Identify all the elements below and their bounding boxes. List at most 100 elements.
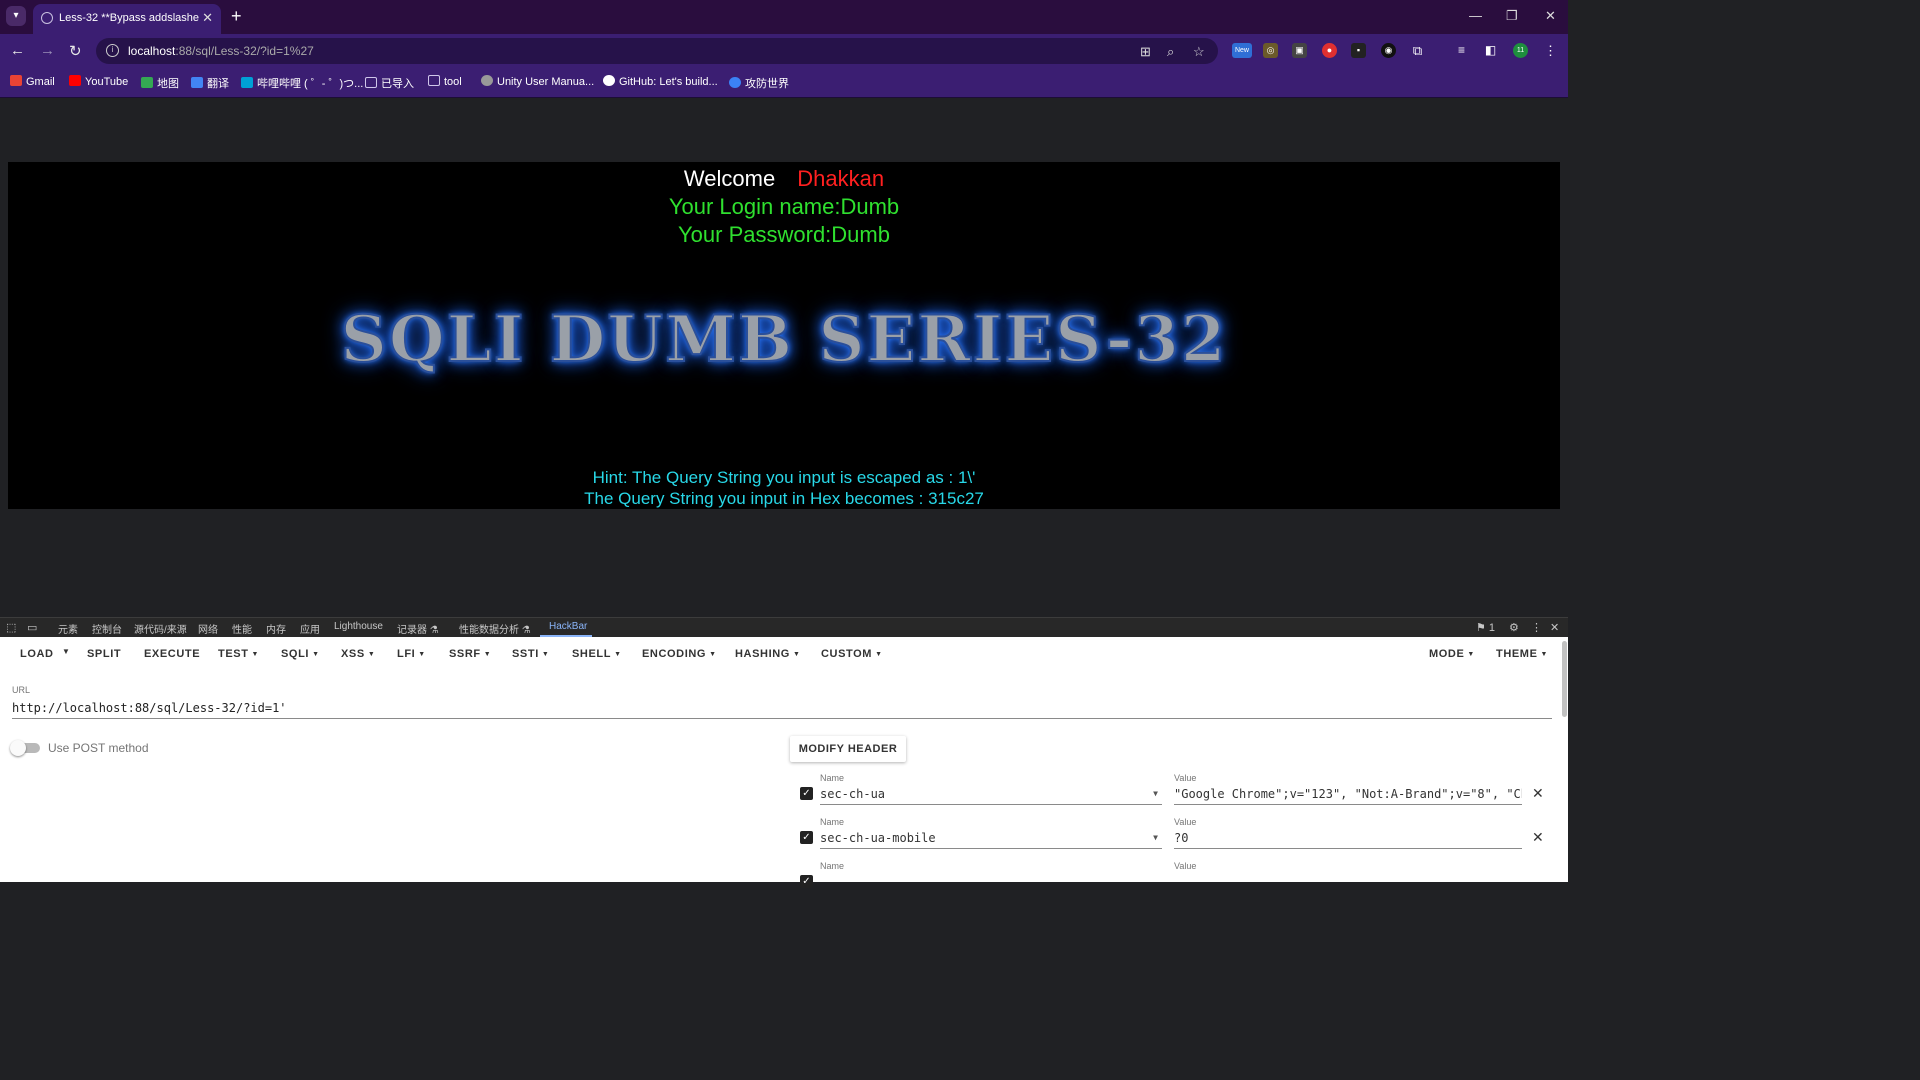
new-tab-button[interactable]: +	[231, 6, 242, 27]
new-extension-icon[interactable]: New	[1232, 43, 1252, 58]
adworld-icon	[729, 77, 741, 88]
browser-menu-icon[interactable]: ⋮	[1543, 43, 1558, 58]
browser-tab-active[interactable]: Less-32 **Bypass addslashes()** ✕	[33, 4, 221, 34]
hackbar-panel: LOAD ▼ SPLIT EXECUTE TEST ▼ SQLI ▼ XSS ▼ LF…	[0, 637, 1568, 888]
devtools-tab-perf-insights[interactable]: 性能数据分析 ⚗	[459, 621, 531, 636]
custom-menu[interactable]: CUSTOM ▼	[821, 648, 883, 660]
header-name-input[interactable]: sec-ch-ua-mobile ▼	[820, 831, 1162, 849]
welcome-text: Welcome	[683, 166, 776, 191]
side-panel-icon[interactable]: ◧	[1483, 43, 1498, 58]
devtools-tab-sources[interactable]: 源代码/来源	[134, 621, 187, 636]
encoding-menu[interactable]: ENCODING ▼	[642, 648, 717, 660]
split-button[interactable]: SPLIT	[87, 648, 121, 660]
header-enabled-checkbox[interactable]: ✓	[800, 831, 813, 844]
ssrf-menu[interactable]: SSRF ▼	[449, 648, 491, 660]
bookmark-folder-imported[interactable]: 已导入	[365, 75, 414, 91]
load-button[interactable]: LOAD	[20, 648, 54, 660]
header-name-dropdown-icon[interactable]: ▼	[1153, 833, 1158, 842]
devtools-tab-network[interactable]: 网络	[198, 621, 218, 636]
post-method-toggle[interactable]	[10, 740, 40, 756]
devtools-tab-console[interactable]: 控制台	[92, 621, 122, 636]
tab-search-button[interactable]: ▾	[6, 6, 26, 26]
browser-toolbar: ← → ↻ i localhost:88/sql/Less-32/?id=1%2…	[0, 34, 1568, 68]
maps-icon	[141, 77, 153, 88]
inspect-element-icon[interactable]: ⬚	[6, 621, 16, 634]
bookmark-maps[interactable]: 地图	[141, 75, 179, 91]
settings-gear-icon[interactable]: ⚙	[1509, 621, 1519, 634]
bookmark-bilibili[interactable]: 哔哩哔哩 ( ゜- ゜)つ...	[241, 75, 363, 91]
header-row: Name Value ✓ sec-ch-ua ▼ "Google Chrome";…	[790, 773, 1550, 817]
devtools-menu-icon[interactable]: ⋮	[1531, 621, 1542, 634]
zoom-icon[interactable]: ⌕	[1167, 44, 1174, 60]
red-extension-icon[interactable]: ●	[1322, 43, 1337, 58]
toggle-knob	[10, 740, 26, 756]
tab-close-icon[interactable]: ✕	[202, 10, 213, 26]
sqli-menu[interactable]: SQLI ▼	[281, 648, 320, 660]
header-name-dropdown-icon[interactable]: ▼	[1153, 789, 1158, 798]
device-toolbar-icon[interactable]: ▭	[27, 621, 37, 634]
devtools-tab-elements[interactable]: 元素	[58, 621, 78, 636]
header-value-input[interactable]: ?0	[1174, 831, 1522, 849]
header-enabled-checkbox[interactable]: ✓	[800, 787, 813, 800]
address-url[interactable]: localhost:88/sql/Less-32/?id=1%27	[128, 44, 314, 58]
header-name-label: Name	[820, 861, 845, 871]
bookmark-folder-tool[interactable]: tool	[428, 75, 462, 88]
test-menu[interactable]: TEST ▼	[218, 648, 259, 660]
user-name: Dhakkan	[797, 166, 885, 191]
execute-button[interactable]: EXECUTE	[144, 648, 200, 660]
bookmark-adworld[interactable]: 攻防世界	[729, 75, 789, 91]
bookmark-unity[interactable]: Unity User Manua...	[481, 75, 594, 88]
panel-scrollbar[interactable]	[1562, 641, 1567, 717]
hint-hex: The Query String you input in Hex become…	[584, 489, 984, 508]
xss-menu[interactable]: XSS ▼	[341, 648, 375, 660]
dark-extension-icon[interactable]: ▪	[1351, 43, 1366, 58]
theme-menu[interactable]: THEME ▼	[1496, 648, 1548, 660]
bookmark-youtube[interactable]: YouTube	[69, 75, 128, 88]
header-value-label: Value	[1174, 861, 1197, 871]
header-name-input[interactable]: sec-ch-ua ▼	[820, 787, 1162, 805]
login-name-line: Your Login name:Dumb	[668, 194, 900, 219]
hashing-menu[interactable]: HASHING ▼	[735, 648, 800, 660]
devtools-tab-memory[interactable]: 内存	[266, 621, 286, 636]
header-name-label: Name	[820, 817, 845, 827]
minimize-icon[interactable]: —	[1469, 8, 1482, 23]
bookmark-star-icon[interactable]: ☆	[1193, 44, 1205, 60]
address-bar[interactable]: i localhost:88/sql/Less-32/?id=1%27 ⊞ ⌕ …	[96, 38, 1218, 64]
site-info-icon[interactable]: i	[106, 44, 119, 57]
lfi-menu[interactable]: LFI ▼	[397, 648, 426, 660]
issues-icon[interactable]: ⚑ 1	[1476, 621, 1495, 634]
extensions-puzzle-icon[interactable]: ⧉	[1410, 43, 1425, 58]
ssti-menu[interactable]: SSTI ▼	[512, 648, 549, 660]
bookmark-gmail[interactable]: Gmail	[10, 75, 55, 88]
devtools-tab-hackbar[interactable]: HackBar	[549, 621, 587, 632]
devtools-tab-application[interactable]: 应用	[300, 621, 320, 636]
window-close-icon[interactable]: ✕	[1545, 8, 1556, 24]
bookmark-translate[interactable]: 翻译	[191, 75, 229, 91]
translate-icon[interactable]: ⊞	[1140, 44, 1151, 60]
shell-menu[interactable]: SHELL ▼	[572, 648, 622, 660]
reload-icon[interactable]: ↻	[69, 42, 82, 60]
mode-menu[interactable]: MODE ▼	[1429, 648, 1475, 660]
header-row: Name Value ✓ sec-ch-ua-mobile ▼ ?0 ✕	[790, 817, 1550, 861]
password-line: Your Password:Dumb	[678, 222, 890, 247]
bookmark-github[interactable]: GitHub: Let's build...	[603, 75, 718, 88]
glasses-extension-icon[interactable]: ◎	[1263, 43, 1278, 58]
film-extension-icon[interactable]: ▣	[1292, 43, 1307, 58]
devtools-tab-recorder[interactable]: 记录器 ⚗	[397, 621, 439, 636]
profile-avatar[interactable]: 11	[1513, 43, 1528, 58]
forward-icon[interactable]: →	[40, 42, 55, 59]
header-delete-icon[interactable]: ✕	[1532, 829, 1544, 846]
media-control-icon[interactable]: ≡	[1454, 43, 1469, 58]
modify-header-button[interactable]: MODIFY HEADER	[790, 736, 906, 762]
devtools-close-icon[interactable]: ✕	[1550, 621, 1559, 634]
restore-icon[interactable]: ❐	[1506, 8, 1518, 24]
back-icon[interactable]: ←	[10, 42, 25, 59]
devtools-tab-lighthouse[interactable]: Lighthouse	[334, 621, 383, 632]
url-input[interactable]: http://localhost:88/sql/Less-32/?id=1'	[12, 701, 1552, 719]
header-enabled-checkbox[interactable]: ✓	[800, 875, 813, 888]
circle-extension-icon[interactable]: ◉	[1381, 43, 1396, 58]
header-value-input[interactable]: "Google Chrome";v="123", "Not:A-Brand";v…	[1174, 787, 1522, 805]
load-dropdown-icon[interactable]: ▼	[62, 647, 70, 656]
devtools-tab-performance[interactable]: 性能	[232, 621, 252, 636]
header-delete-icon[interactable]: ✕	[1532, 785, 1544, 802]
